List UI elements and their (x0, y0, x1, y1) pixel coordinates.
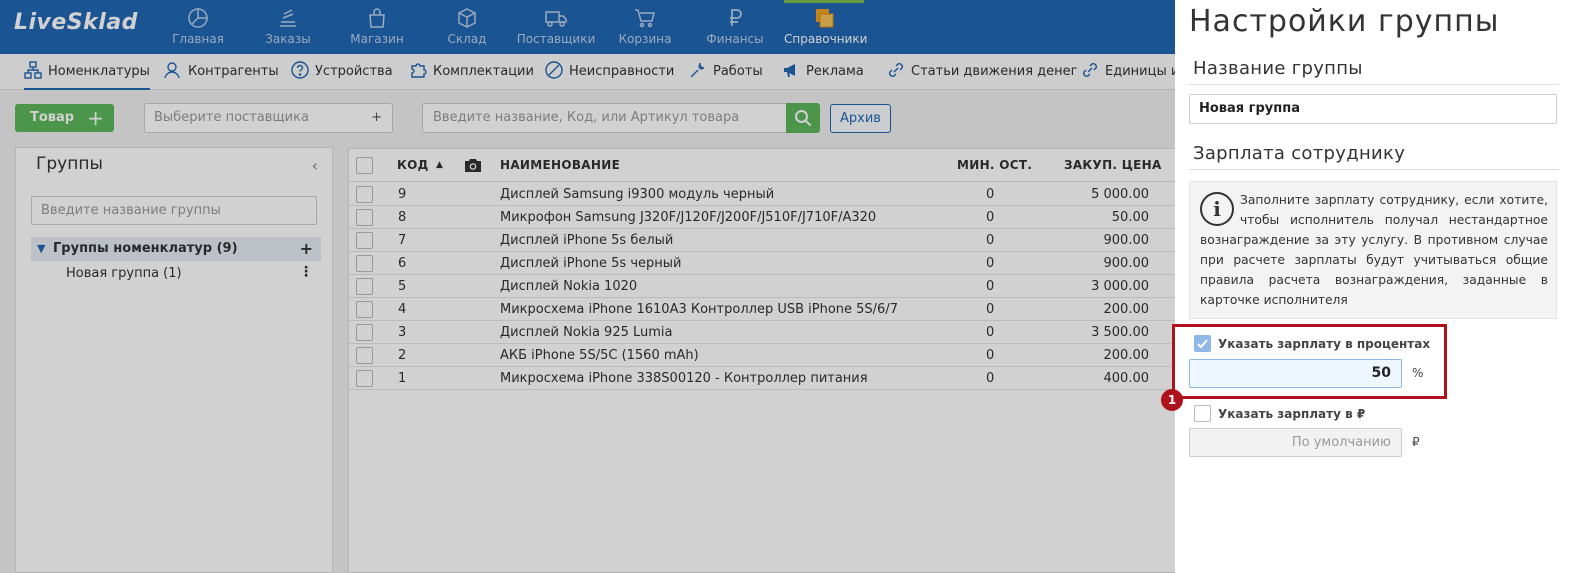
group-name-section-title: Название группы (1193, 58, 1363, 79)
ruble-salary-label[interactable]: Указать зарплату в ₽ (1218, 407, 1365, 421)
salary-info-text: Заполните зарплату сотруднику, если хоти… (1200, 193, 1548, 307)
modal-overlay[interactable] (0, 0, 1175, 573)
divider (1189, 84, 1559, 85)
step-badge: 1 (1161, 389, 1183, 411)
percent-salary-checkbox[interactable] (1194, 335, 1211, 352)
ruble-unit: ₽ (1412, 435, 1420, 449)
salary-info-box: i Заполните зарплату сотруднику, если хо… (1189, 181, 1557, 319)
group-settings-panel: Настройки группы Название группы Новая г… (1161, 0, 1578, 573)
group-name-input[interactable]: Новая группа (1189, 94, 1557, 124)
panel-title: Настройки группы (1189, 4, 1500, 39)
percent-salary-input[interactable]: 50 (1189, 359, 1402, 388)
salary-section-title: Зарплата сотруднику (1193, 143, 1406, 164)
percent-unit: % (1412, 366, 1424, 380)
info-icon: i (1200, 192, 1234, 226)
ruble-salary-input[interactable]: По умолчанию (1189, 428, 1402, 457)
percent-salary-label[interactable]: Указать зарплату в процентах (1218, 337, 1430, 351)
divider (1189, 169, 1559, 170)
ruble-salary-checkbox[interactable] (1194, 405, 1211, 422)
